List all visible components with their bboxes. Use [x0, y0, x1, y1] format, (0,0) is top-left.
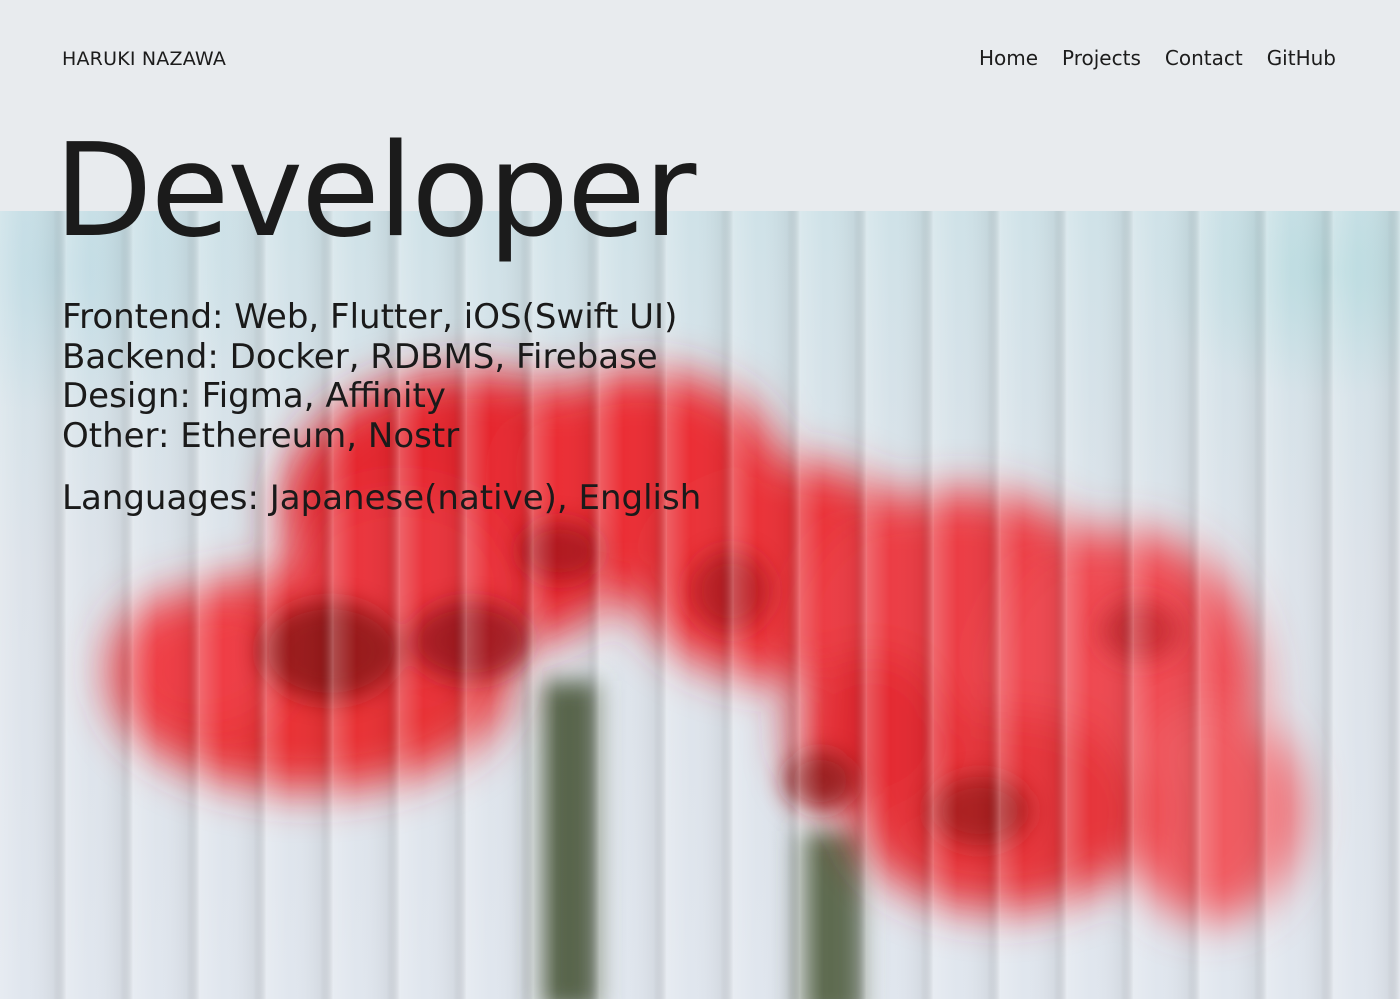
site-name-logo[interactable]: HARUKI NAZAWA [62, 48, 226, 70]
skill-row-frontend: Frontend: Web, Flutter, iOS(Swift UI) [62, 297, 678, 337]
glass-rib [933, 211, 1001, 999]
glass-rib [1000, 211, 1068, 999]
glass-rib [1067, 211, 1134, 999]
hero-title: Developer [54, 117, 696, 266]
glass-rib [867, 211, 934, 999]
glass-rib [0, 211, 67, 999]
glass-rib [1334, 211, 1400, 999]
nav-projects-link[interactable]: Projects [1062, 46, 1141, 70]
skill-row-backend: Backend: Docker, RDBMS, Firebase [62, 336, 658, 377]
glass-rib [1200, 211, 1268, 999]
skill-row-design: Design: Figma, Affinity [62, 376, 446, 416]
glass-rib [733, 211, 801, 999]
site-header: HARUKI NAZAWA Home Projects Contact GitH… [0, 0, 1400, 120]
main-nav: Home Projects Contact GitHub [979, 46, 1336, 70]
nav-github-link[interactable]: GitHub [1267, 46, 1336, 70]
skills-list: Frontend: Web, Flutter, iOS(Swift UI) Ba… [62, 297, 678, 456]
nav-home-link[interactable]: Home [979, 46, 1038, 70]
nav-contact-link[interactable]: Contact [1165, 46, 1243, 70]
glass-rib [800, 211, 868, 999]
skill-row-other: Other: Ethereum, Nostr [62, 415, 460, 456]
glass-rib [1267, 211, 1334, 999]
glass-rib [1133, 211, 1201, 999]
languages-line: Languages: Japanese(native), English [62, 478, 702, 518]
